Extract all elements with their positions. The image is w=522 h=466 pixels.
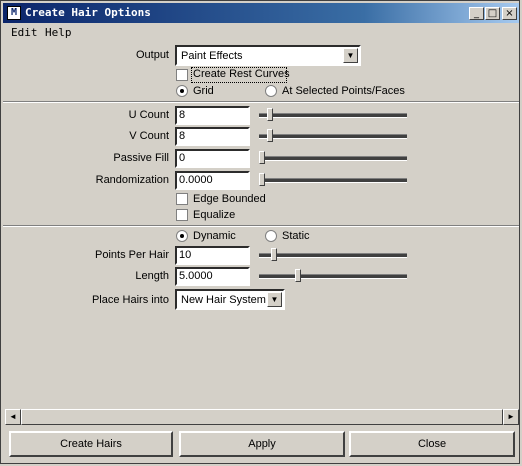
u-count-label: U Count xyxy=(128,109,169,121)
dynamic-label: Dynamic xyxy=(193,230,236,242)
radio-selected-dot xyxy=(180,89,184,93)
maximize-button[interactable]: □ xyxy=(485,7,500,20)
static-label: Static xyxy=(282,230,310,242)
v-count-label: V Count xyxy=(129,130,169,142)
points-per-hair-label: Points Per Hair xyxy=(95,249,169,261)
u-count-slider[interactable] xyxy=(259,108,407,122)
radio-selected-dot xyxy=(180,234,184,238)
slider-track xyxy=(259,253,407,258)
length-label: Length xyxy=(135,270,169,282)
v-count-field[interactable]: 8 xyxy=(175,127,250,146)
place-hairs-value: New Hair System xyxy=(181,294,266,306)
randomization-field[interactable]: 0.0000 xyxy=(175,171,250,190)
edge-bounded-label: Edge Bounded xyxy=(193,193,266,205)
randomization-label: Randomization xyxy=(95,174,169,186)
scroll-left-icon[interactable]: ◄ xyxy=(5,409,21,425)
place-hairs-dropdown[interactable]: New Hair System ▼ xyxy=(175,289,285,310)
v-count-slider[interactable] xyxy=(259,129,407,143)
points-per-hair-field[interactable]: 10 xyxy=(175,246,250,265)
slider-track xyxy=(259,156,407,161)
randomization-slider[interactable] xyxy=(259,173,407,187)
apply-button[interactable]: Apply xyxy=(179,431,345,457)
close-button[interactable]: Close xyxy=(349,431,515,457)
edge-bounded-checkbox[interactable] xyxy=(176,193,188,205)
slider-thumb[interactable] xyxy=(267,108,273,121)
equalize-label: Equalize xyxy=(193,209,236,221)
points-per-hair-slider[interactable] xyxy=(259,248,407,262)
create-rest-curves-label: Create Rest Curves xyxy=(193,68,290,80)
passive-fill-slider[interactable] xyxy=(259,151,407,165)
create-hair-options-window: M Create Hair Options _ □ × Edit Help Ou… xyxy=(0,0,520,464)
passive-fill-field[interactable]: 0 xyxy=(175,149,250,168)
horizontal-scrollbar[interactable]: ◄ ► xyxy=(5,409,519,425)
slider-thumb[interactable] xyxy=(267,129,273,142)
separator xyxy=(3,225,519,227)
separator xyxy=(3,101,519,103)
grid-radio[interactable] xyxy=(176,85,188,97)
dynamic-radio[interactable] xyxy=(176,230,188,242)
length-slider[interactable] xyxy=(259,269,407,283)
slider-thumb[interactable] xyxy=(271,248,277,261)
slider-thumb[interactable] xyxy=(259,151,265,164)
window-title: Create Hair Options xyxy=(25,6,151,19)
create-rest-curves-checkbox[interactable] xyxy=(176,69,188,81)
output-label: Output xyxy=(135,49,169,61)
output-value: Paint Effects xyxy=(181,50,243,62)
minimize-button[interactable]: _ xyxy=(469,7,484,20)
close-window-button[interactable]: × xyxy=(502,7,517,20)
menu-help[interactable]: Help xyxy=(45,26,72,39)
output-dropdown[interactable]: Paint Effects ▼ xyxy=(175,45,361,66)
selected-points-label: At Selected Points/Faces xyxy=(282,85,405,97)
grid-label: Grid xyxy=(193,85,214,97)
length-field[interactable]: 5.0000 xyxy=(175,267,250,286)
chevron-down-icon[interactable]: ▼ xyxy=(343,48,358,63)
title-bar[interactable]: M Create Hair Options _ □ × xyxy=(3,3,519,23)
u-count-field[interactable]: 8 xyxy=(175,106,250,125)
slider-track xyxy=(259,113,407,118)
slider-thumb[interactable] xyxy=(295,269,301,282)
equalize-checkbox[interactable] xyxy=(176,209,188,221)
static-radio[interactable] xyxy=(265,230,277,242)
scroll-right-icon[interactable]: ► xyxy=(503,409,519,425)
place-hairs-label: Place Hairs into xyxy=(91,294,169,306)
maya-app-icon: M xyxy=(7,6,21,20)
chevron-down-icon[interactable]: ▼ xyxy=(267,292,282,307)
slider-track xyxy=(259,134,407,139)
scroll-thumb[interactable] xyxy=(21,409,503,425)
slider-thumb[interactable] xyxy=(259,173,265,186)
selected-points-radio[interactable] xyxy=(265,85,277,97)
passive-fill-label: Passive Fill xyxy=(113,152,169,164)
slider-track xyxy=(259,178,407,183)
slider-track xyxy=(259,274,407,279)
menu-edit[interactable]: Edit xyxy=(11,26,38,39)
create-hairs-button[interactable]: Create Hairs xyxy=(9,431,173,457)
